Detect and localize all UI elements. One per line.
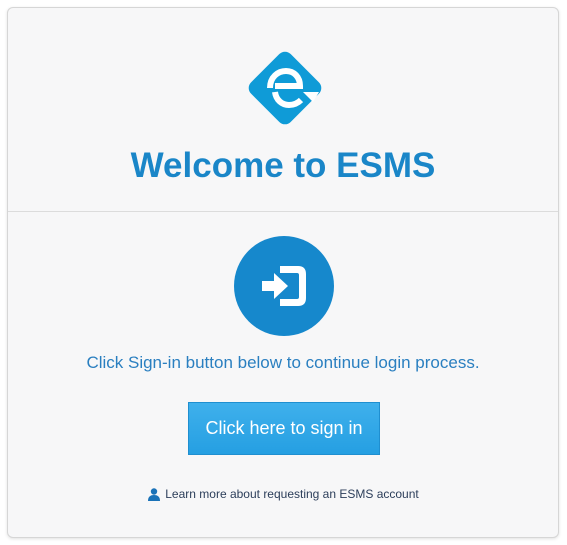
sign-in-button[interactable]: Click here to sign in [188,402,380,455]
login-card: Welcome to ESMS Click Sign-in button bel… [7,7,559,538]
instruction-text: Click Sign-in button below to continue l… [86,353,480,372]
learn-more-link[interactable]: Learn more about requesting an ESMS acco… [165,487,419,501]
learn-more-row: Learn more about requesting an ESMS acco… [8,487,558,504]
page-title: Welcome to ESMS [130,146,436,185]
sign-in-icon [234,236,334,336]
card-header: Welcome to ESMS [8,8,558,212]
esms-logo-icon [243,46,327,130]
user-icon [147,487,161,504]
